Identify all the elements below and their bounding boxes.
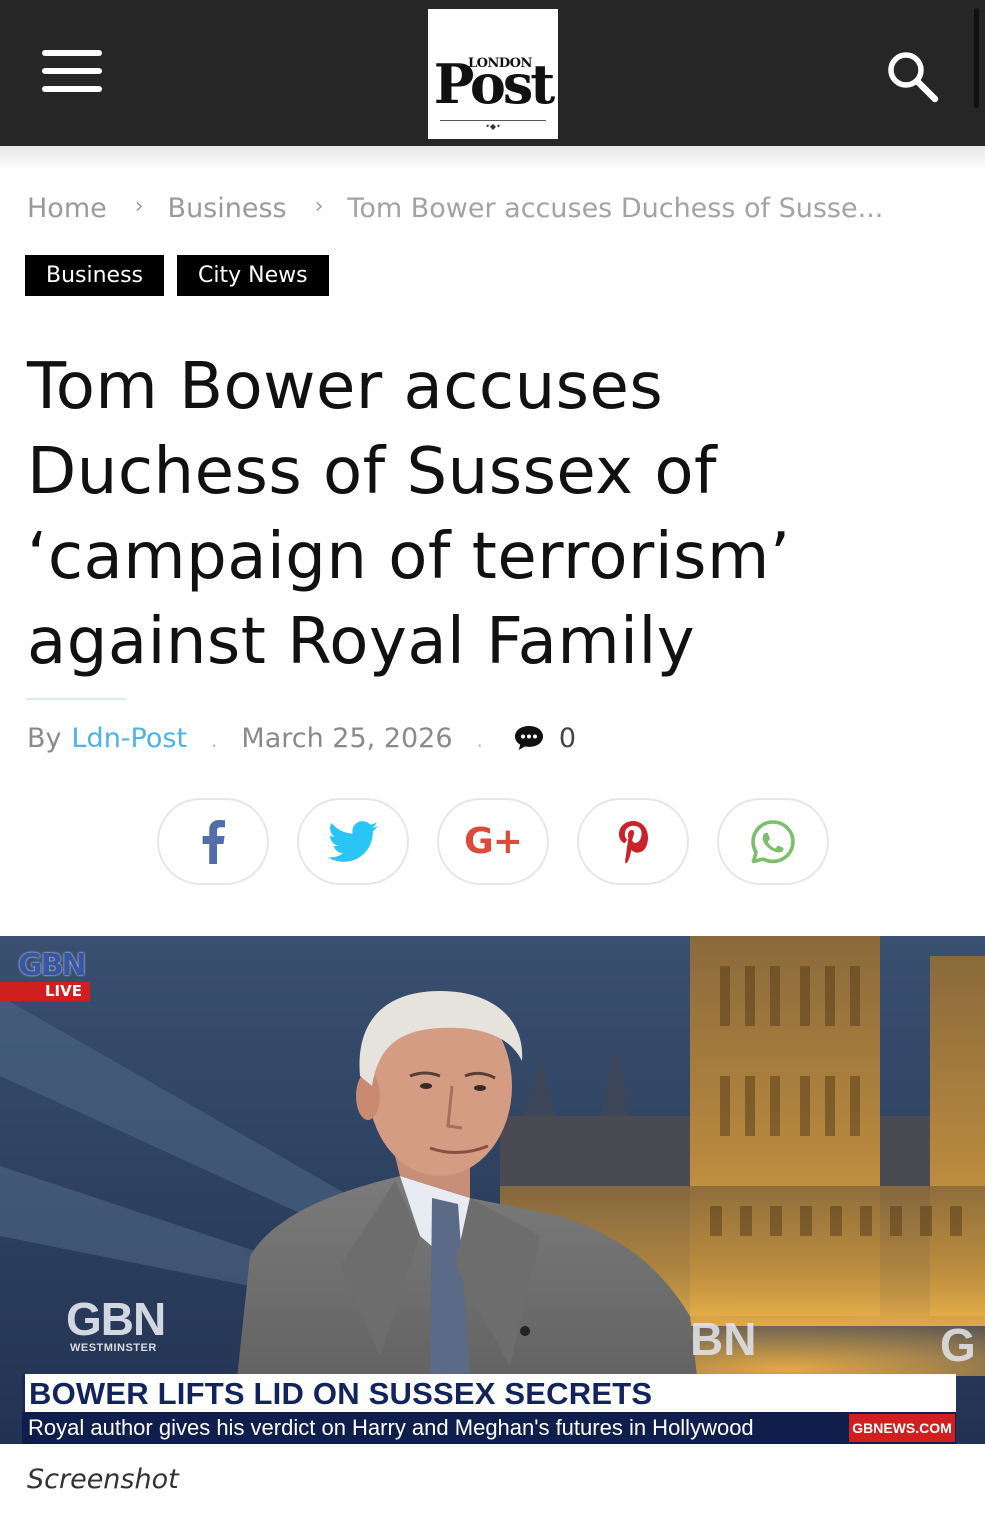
share-twitter-button[interactable] <box>297 798 409 885</box>
chevron-right-icon: › <box>134 193 144 219</box>
byline-label: By <box>27 722 62 754</box>
breadcrumb-home[interactable]: Home <box>27 193 107 224</box>
studio-wall-sublabel: WESTMINSTER <box>70 1342 157 1354</box>
twitter-icon <box>328 820 378 862</box>
breadcrumb-current: Tom Bower accuses Duchess of Susse... <box>347 192 884 224</box>
share-buttons: G+ <box>157 798 829 885</box>
comments-link[interactable]: 0 <box>513 723 576 754</box>
logo-subtitle: LONDON <box>468 56 532 71</box>
studio-wall-logo-2: BN <box>690 1313 757 1365</box>
channel-logo: GBN <box>18 948 87 983</box>
whatsapp-icon <box>751 819 795 863</box>
search-icon[interactable] <box>884 48 940 104</box>
menu-line <box>42 68 102 74</box>
news-headline-bar: BOWER LIFTS LID ON SUSSEX SECRETS <box>22 1374 956 1414</box>
category-tags: Business City News <box>25 255 329 296</box>
share-pinterest-button[interactable] <box>577 798 689 885</box>
meta-separator: . <box>211 728 218 752</box>
hamburger-menu-icon[interactable] <box>40 48 104 94</box>
tag-business[interactable]: Business <box>25 255 165 296</box>
chevron-right-icon: › <box>314 193 324 219</box>
site-logo[interactable]: Post LONDON •◆• <box>428 9 558 139</box>
channel-url-badge: GBNEWS.COM <box>849 1414 955 1442</box>
menu-line <box>42 50 102 56</box>
article-meta: By Ldn-Post . March 25, 2026 . 0 <box>27 718 576 758</box>
breadcrumb: Home › Business › Tom Bower accuses Duch… <box>27 188 883 228</box>
studio-wall-logo-3: G <box>940 1319 976 1371</box>
google-plus-icon: G+ <box>464 821 523 862</box>
tag-city-news[interactable]: City News <box>177 255 329 296</box>
studio-wall-logo: GBN <box>66 1293 166 1345</box>
share-facebook-button[interactable] <box>157 798 269 885</box>
facebook-icon <box>202 819 225 864</box>
logo-rule <box>440 120 546 121</box>
title-divider <box>26 698 126 700</box>
news-subheadline: Royal author gives his verdict on Harry … <box>28 1415 754 1440</box>
share-whatsapp-button[interactable] <box>717 798 829 885</box>
logo-ornament: •◆• <box>485 122 501 131</box>
meta-separator: . <box>476 728 483 752</box>
broadcast-scene <box>0 936 985 1444</box>
comment-count: 0 <box>558 722 577 754</box>
news-headline: BOWER LIFTS LID ON SUSSEX SECRETS <box>29 1376 653 1411</box>
article-featured-image[interactable]: GBN LIVE GBN WESTMINSTER BN G BOWER LIFT… <box>0 936 985 1444</box>
site-header: Post LONDON •◆• <box>0 0 985 146</box>
publish-date: March 25, 2026 <box>241 722 453 754</box>
live-badge: LIVE <box>0 982 90 1001</box>
author-link[interactable]: Ldn-Post <box>72 723 188 754</box>
pinterest-icon <box>619 820 648 864</box>
image-caption: Screenshot <box>27 1464 179 1495</box>
menu-line <box>42 86 102 92</box>
share-google-plus-button[interactable]: G+ <box>437 798 549 885</box>
article-title: Tom Bower accuses Duchess of Sussex of ‘… <box>27 350 791 679</box>
header-shadow <box>0 146 985 170</box>
news-subheadline-bar: Royal author gives his verdict on Harry … <box>22 1412 956 1444</box>
breadcrumb-business[interactable]: Business <box>168 193 287 224</box>
scrollbar-thumb[interactable] <box>974 8 979 108</box>
comment-bubble-icon <box>514 726 543 750</box>
